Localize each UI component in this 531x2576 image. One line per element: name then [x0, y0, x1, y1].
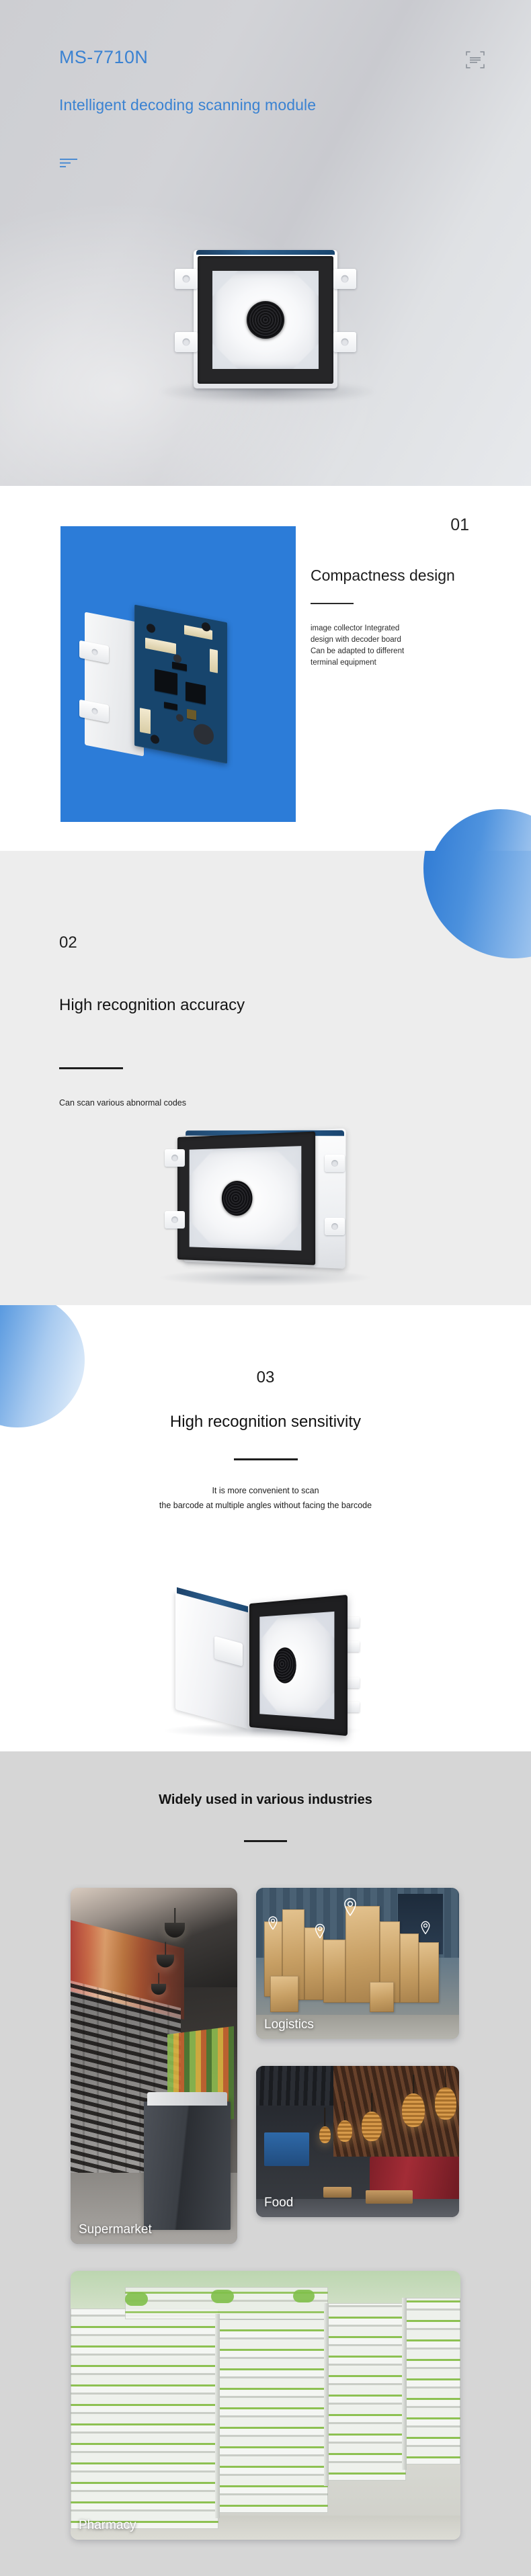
- text-lines-icon: [59, 157, 78, 168]
- divider: [59, 1067, 123, 1069]
- feature-02-description: Can scan various abnormal codes: [59, 1098, 186, 1108]
- feature-03-description: It is more convenient to scan the barcod…: [0, 1460, 531, 1513]
- location-pin-icon: [420, 1921, 430, 1935]
- feature-01-text: 01 Compactness design image collector In…: [311, 517, 485, 669]
- feature-01-image-panel: [60, 526, 296, 822]
- scan-frame-icon: [465, 50, 485, 70]
- location-pin-icon: [343, 1897, 357, 1916]
- page-subtitle: Intelligent decoding scanning module: [59, 96, 317, 114]
- divider: [311, 603, 354, 604]
- lens-icon: [247, 301, 284, 339]
- lens-icon: [274, 1647, 296, 1684]
- decorative-circle: [427, 809, 531, 851]
- feature-02-title: High recognition accuracy: [59, 996, 245, 1014]
- divider: [244, 1840, 287, 1842]
- industries-heading: Widely used in various industries: [159, 1792, 372, 1807]
- industry-card-label: Food: [264, 2196, 294, 2210]
- industries-grid: Supermarket Logistics Food: [71, 1888, 460, 2244]
- industries-section: Widely used in various industries Superm…: [0, 1751, 531, 2576]
- lens-icon: [221, 1180, 253, 1216]
- location-pin-icon: [268, 1916, 278, 1931]
- feature-01-number: 01: [450, 515, 469, 534]
- industry-card-label: Pharmacy: [79, 2518, 136, 2532]
- industry-card-food[interactable]: Food: [256, 2066, 459, 2217]
- feature-03-description-line2: the barcode at multiple angles without f…: [159, 1501, 372, 1510]
- feature-section-03: 03 High recognition sensitivity It is mo…: [0, 1305, 531, 1751]
- industry-card-logistics[interactable]: Logistics: [256, 1888, 459, 2039]
- product-detail-page: MS-7710N Intelligent decoding scanning m…: [0, 0, 531, 2576]
- feature-section-02: 02 High recognition accuracy Can scan va…: [0, 851, 531, 1305]
- industry-card-label: Logistics: [264, 2018, 314, 2032]
- industry-card-supermarket[interactable]: Supermarket: [71, 1888, 237, 2244]
- hero-product-image: [160, 250, 375, 403]
- decorative-circle: [423, 851, 531, 958]
- location-pin-icon: [315, 1923, 325, 1939]
- feature-01-description: image collector Integrated design with d…: [311, 624, 405, 667]
- feature-02-product-image: [158, 1120, 373, 1286]
- page-title: MS-7710N: [59, 47, 149, 67]
- feature-03-title: High recognition sensitivity: [169, 1413, 362, 1431]
- feature-03-description-line1: It is more convenient to scan: [212, 1486, 319, 1495]
- feature-03-product-image: [165, 1586, 366, 1738]
- feature-section-01: 01 Compactness design image collector In…: [0, 486, 531, 851]
- industry-card-label: Supermarket: [79, 2222, 152, 2237]
- feature-02-number: 02: [59, 933, 77, 952]
- feature-01-title: Compactness design: [311, 567, 455, 584]
- hero-section: MS-7710N Intelligent decoding scanning m…: [0, 0, 531, 486]
- industry-card-pharmacy[interactable]: Pharmacy: [71, 2271, 460, 2540]
